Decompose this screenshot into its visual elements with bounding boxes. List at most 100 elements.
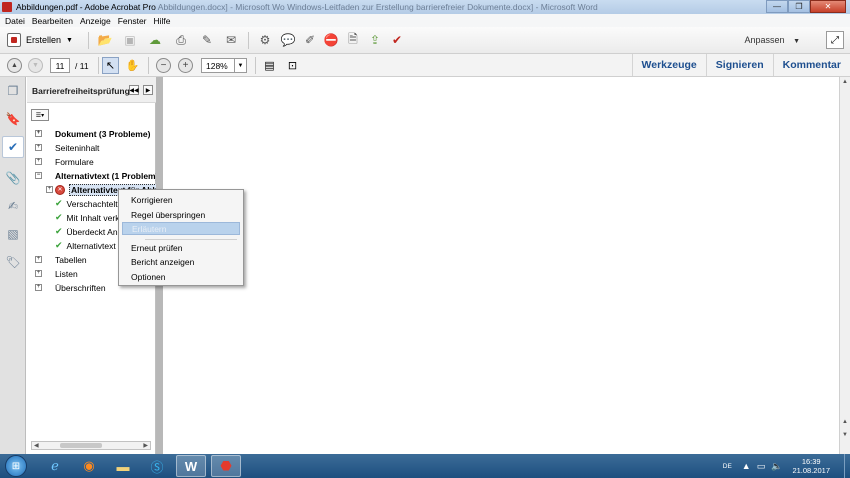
menu-item-label: Erläutern bbox=[132, 223, 167, 234]
tree-item-tabellen[interactable]: + Tabellen bbox=[35, 253, 87, 266]
fit-page-icon[interactable]: ▤ bbox=[261, 57, 278, 74]
tab-kommentar[interactable]: Kommentar bbox=[772, 54, 850, 76]
redact-icon[interactable]: ⛔ bbox=[323, 32, 339, 48]
signatures-icon[interactable]: ✍ bbox=[5, 198, 21, 214]
volume-icon[interactable]: 🔈 bbox=[771, 461, 782, 472]
skype-icon[interactable]: Ⓢ bbox=[142, 455, 172, 477]
collapse-panel-icon[interactable]: ◀◀ bbox=[129, 85, 139, 95]
windows-taskbar: ⊞ ℯ ◉ ▬ Ⓢ W ⬣ DE ▲ ▭ 🔈 16:39 21.08.2017 bbox=[0, 454, 850, 478]
annotation-icon[interactable]: ✐ bbox=[302, 32, 318, 48]
scroll-up-icon[interactable]: ▲ bbox=[842, 419, 848, 425]
language-indicator[interactable]: DE bbox=[723, 463, 732, 470]
tree-item-label: Dokument (3 Probleme) bbox=[55, 128, 151, 139]
tree-item-listen[interactable]: + Listen bbox=[35, 267, 78, 280]
scroll-up-icon[interactable]: ▲ bbox=[842, 79, 848, 85]
pages-icon[interactable]: ❐ bbox=[5, 83, 21, 99]
expand-icon[interactable]: + bbox=[35, 144, 42, 151]
accessibility-check-icon[interactable]: ✔ bbox=[389, 32, 405, 48]
scroll-left-icon[interactable]: ◀ bbox=[34, 442, 39, 449]
page-number-input[interactable]: 11 bbox=[50, 58, 70, 73]
tab-werkzeuge[interactable]: Werkzeuge bbox=[631, 54, 706, 76]
save-icon[interactable]: ▣ bbox=[122, 32, 138, 48]
expand-icon[interactable]: + bbox=[46, 186, 53, 193]
print-icon[interactable]: ⎙ bbox=[173, 32, 189, 48]
tray-arrow-icon[interactable]: ▲ bbox=[742, 461, 751, 471]
document-properties-icon[interactable]: 🗎 bbox=[345, 32, 361, 48]
previous-page-icon[interactable]: ▲ bbox=[7, 58, 22, 73]
zoom-select[interactable]: 128% ▼ bbox=[201, 58, 247, 73]
tab-signieren[interactable]: Signieren bbox=[705, 54, 773, 76]
expand-icon[interactable]: + bbox=[35, 270, 42, 277]
acrobat-icon[interactable]: ⬣ bbox=[211, 455, 241, 477]
show-desktop-button[interactable] bbox=[844, 454, 850, 478]
bookmarks-icon[interactable]: 🔖 bbox=[5, 111, 21, 127]
checkmark-icon: ✔ bbox=[55, 226, 63, 236]
file-explorer-icon[interactable]: ▬ bbox=[108, 455, 138, 477]
word-icon[interactable]: W bbox=[176, 455, 206, 477]
menu-item-erneut-pruefen[interactable]: Erneut prüfen bbox=[122, 241, 240, 254]
toolbar-divider bbox=[98, 57, 99, 74]
document-vertical-scrollbar[interactable]: ▲ ▲ ▼ bbox=[839, 77, 850, 454]
tree-item-label: Überschriften bbox=[55, 282, 106, 293]
maximize-button[interactable]: ❐ bbox=[788, 0, 810, 13]
menu-datei[interactable]: Datei bbox=[5, 16, 25, 26]
expand-icon[interactable]: ⤢ bbox=[826, 31, 844, 49]
tags-icon[interactable]: 🏷 bbox=[5, 254, 21, 270]
scroll-down-icon[interactable]: ▼ bbox=[842, 432, 848, 438]
options-dropdown-icon[interactable]: ☰▾ bbox=[31, 109, 49, 121]
tree-item-dokument[interactable]: + Dokument (3 Probleme) bbox=[35, 127, 150, 140]
menu-item-bericht-anzeigen[interactable]: Bericht anzeigen bbox=[122, 255, 240, 268]
attachments-icon[interactable]: 📎 bbox=[5, 170, 21, 186]
fit-width-icon[interactable]: ⊡ bbox=[284, 57, 301, 74]
menu-fenster[interactable]: Fenster bbox=[118, 16, 147, 26]
toolbar-divider bbox=[88, 32, 89, 49]
panel-menu-icon[interactable]: ▶ bbox=[143, 85, 153, 95]
minimize-button[interactable]: — bbox=[766, 0, 788, 13]
hand-tool-icon[interactable]: ✋ bbox=[124, 57, 141, 74]
accessibility-checker-icon[interactable]: ✔ bbox=[2, 136, 24, 158]
tree-item-alternativtext[interactable]: − Alternativtext (1 Problem) bbox=[35, 169, 158, 182]
document-view[interactable] bbox=[163, 77, 839, 454]
internet-explorer-icon[interactable]: ℯ bbox=[40, 455, 70, 477]
tree-item-ueberschriften[interactable]: + Überschriften bbox=[35, 281, 106, 294]
menu-hilfe[interactable]: Hilfe bbox=[154, 16, 171, 26]
menu-bearbeiten[interactable]: Bearbeiten bbox=[32, 16, 73, 26]
network-icon[interactable]: ▭ bbox=[757, 461, 766, 472]
expand-icon[interactable]: + bbox=[35, 256, 42, 263]
start-button[interactable]: ⊞ bbox=[5, 455, 27, 477]
tree-item-seiteninhalt[interactable]: + Seiteninhalt bbox=[35, 141, 99, 154]
menu-item-optionen[interactable]: Optionen bbox=[122, 270, 240, 283]
firefox-icon[interactable]: ◉ bbox=[74, 455, 104, 477]
content-icon[interactable]: ▧ bbox=[5, 226, 21, 242]
cloud-upload-icon[interactable]: ☁ bbox=[147, 32, 163, 48]
menu-item-korrigieren[interactable]: Korrigieren bbox=[122, 193, 240, 206]
create-button[interactable]: Erstellen ▼ bbox=[7, 33, 73, 47]
clock[interactable]: 16:39 21.08.2017 bbox=[792, 457, 830, 475]
select-cursor-icon[interactable]: ↖ bbox=[102, 57, 119, 74]
next-page-icon[interactable]: ▼ bbox=[28, 58, 43, 73]
collapse-icon[interactable]: − bbox=[35, 172, 42, 179]
expand-icon[interactable]: + bbox=[35, 284, 42, 291]
main-toolbar: Erstellen ▼ 📂 ▣ ☁ ⎙ ✎ ✉ ⚙ 💬 ✐ ⛔ 🗎 ⇪ ✔ An… bbox=[0, 27, 850, 54]
panel-horizontal-scrollbar[interactable]: ◀ ▶ bbox=[31, 441, 151, 450]
gear-icon[interactable]: ⚙ bbox=[257, 32, 273, 48]
edit-icon[interactable]: ✎ bbox=[199, 32, 215, 48]
export-icon[interactable]: ⇪ bbox=[367, 32, 383, 48]
menu-item-regel-ueberspringen[interactable]: Regel überspringen bbox=[122, 208, 240, 221]
tree-item-formulare[interactable]: + Formulare bbox=[35, 155, 94, 168]
window-controls: — ❐ ✕ bbox=[766, 0, 846, 13]
scrollbar-thumb[interactable] bbox=[60, 443, 102, 448]
zoom-out-icon[interactable]: − bbox=[156, 58, 171, 73]
mail-icon[interactable]: ✉ bbox=[223, 32, 239, 48]
expand-icon[interactable]: + bbox=[35, 158, 42, 165]
zoom-in-icon[interactable]: + bbox=[178, 58, 193, 73]
open-folder-icon[interactable]: 📂 bbox=[97, 32, 113, 48]
menu-item-erlaeutern[interactable]: Erläutern bbox=[122, 222, 240, 235]
chevron-down-icon: ▼ bbox=[234, 59, 246, 72]
scroll-right-icon[interactable]: ▶ bbox=[143, 442, 148, 449]
expand-icon[interactable]: + bbox=[35, 130, 42, 137]
customize-button[interactable]: Anpassen ▼ bbox=[745, 35, 800, 45]
close-button[interactable]: ✕ bbox=[810, 0, 846, 13]
comment-icon[interactable]: 💬 bbox=[280, 32, 296, 48]
menu-anzeige[interactable]: Anzeige bbox=[80, 16, 111, 26]
